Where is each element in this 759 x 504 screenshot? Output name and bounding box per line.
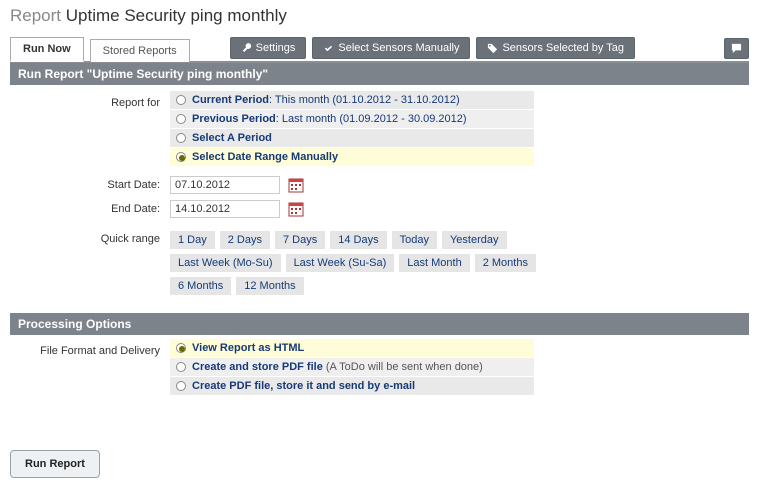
delivery-pdf-store-lead: Create and store PDF file bbox=[192, 361, 323, 373]
tag-icon bbox=[487, 43, 498, 54]
run-report-section-head: Run Report "Uptime Security ping monthly… bbox=[10, 63, 749, 85]
radio-icon bbox=[176, 114, 186, 124]
end-date-input[interactable] bbox=[170, 200, 280, 218]
tab-run-now-label: Run Now bbox=[23, 43, 71, 55]
quick-range-chip[interactable]: 2 Months bbox=[475, 254, 536, 272]
start-date-label: Start Date: bbox=[10, 173, 170, 197]
sensors-by-tag-button[interactable]: Sensors Selected by Tag bbox=[476, 37, 634, 59]
tab-bar: Run Now Stored Reports Settings Select S… bbox=[10, 36, 749, 63]
select-sensors-manually-button[interactable]: Select Sensors Manually bbox=[312, 37, 470, 59]
delivery-option-pdf-email[interactable]: Create PDF file, store it and send by e-… bbox=[170, 377, 534, 396]
quick-range-chip[interactable]: Last Week (Su-Sa) bbox=[286, 254, 395, 272]
radio-icon bbox=[176, 343, 186, 353]
run-report-button[interactable]: Run Report bbox=[10, 450, 100, 478]
title-prefix: Report bbox=[10, 6, 61, 25]
comment-button[interactable] bbox=[724, 38, 749, 59]
radio-icon bbox=[176, 133, 186, 143]
select-tag-label: Sensors Selected by Tag bbox=[502, 42, 623, 54]
delivery-option-html[interactable]: View Report as HTML bbox=[170, 339, 534, 358]
tab-stored-label: Stored Reports bbox=[103, 45, 177, 57]
run-report-label: Run Report bbox=[25, 458, 85, 470]
quick-range-chip[interactable]: 6 Months bbox=[170, 277, 231, 295]
report-for-label: Report for bbox=[10, 91, 170, 167]
title-main: Uptime Security ping monthly bbox=[66, 6, 287, 25]
check-icon bbox=[323, 43, 334, 54]
speech-bubble-icon bbox=[731, 43, 742, 54]
radio-icon bbox=[176, 95, 186, 105]
period-option-previous[interactable]: Previous Period: Last month (01.09.2012 … bbox=[170, 110, 534, 129]
select-manual-label: Select Sensors Manually bbox=[338, 42, 459, 54]
settings-label: Settings bbox=[256, 42, 296, 54]
period-option-current[interactable]: Current Period: This month (01.10.2012 -… bbox=[170, 91, 534, 110]
wrench-icon bbox=[241, 43, 252, 54]
quick-range-chip[interactable]: Last Week (Mo-Su) bbox=[170, 254, 281, 272]
quick-range-chip[interactable]: 12 Months bbox=[236, 277, 303, 295]
period-select-lead: Select A Period bbox=[192, 132, 272, 144]
period-manual-lead: Select Date Range Manually bbox=[192, 151, 338, 163]
processing-options-head: Processing Options bbox=[10, 313, 749, 335]
quick-range-chip[interactable]: 14 Days bbox=[330, 231, 386, 249]
period-previous-lead: Previous Period bbox=[192, 113, 276, 125]
quick-range-chip[interactable]: Yesterday bbox=[442, 231, 507, 249]
delivery-pdf-store-suffix: (A ToDo will be sent when done) bbox=[323, 361, 483, 373]
radio-icon bbox=[176, 362, 186, 372]
end-date-label: End Date: bbox=[10, 197, 170, 221]
calendar-icon[interactable] bbox=[288, 177, 304, 193]
radio-icon bbox=[176, 152, 186, 162]
quick-range-chip[interactable]: Today bbox=[392, 231, 437, 249]
page-title: Report Uptime Security ping monthly bbox=[10, 6, 749, 26]
settings-button[interactable]: Settings bbox=[230, 37, 307, 59]
period-current-lead: Current Period bbox=[192, 94, 269, 106]
start-date-input[interactable] bbox=[170, 176, 280, 194]
tab-run-now[interactable]: Run Now bbox=[10, 37, 84, 62]
delivery-pdf-email-lead: Create PDF file, store it and send by e-… bbox=[192, 380, 415, 392]
quick-range-chip[interactable]: 1 Day bbox=[170, 231, 215, 249]
tab-stored-reports[interactable]: Stored Reports bbox=[90, 39, 190, 62]
delivery-html-lead: View Report as HTML bbox=[192, 342, 304, 354]
quick-range-chips: 1 Day 2 Days 7 Days 14 Days Today Yesterday La… bbox=[170, 227, 570, 299]
quick-range-chip[interactable]: 2 Days bbox=[220, 231, 270, 249]
period-option-manual[interactable]: Select Date Range Manually bbox=[170, 148, 534, 167]
radio-icon bbox=[176, 381, 186, 391]
quick-range-chip[interactable]: Last Month bbox=[399, 254, 469, 272]
delivery-option-pdf-store[interactable]: Create and store PDF file (A ToDo will b… bbox=[170, 358, 534, 377]
quick-range-label: Quick range bbox=[10, 227, 170, 299]
period-previous-tail: : Last month (01.09.2012 - 30.09.2012) bbox=[276, 113, 467, 125]
period-current-tail: : This month (01.10.2012 - 31.10.2012) bbox=[269, 94, 460, 106]
file-format-label: File Format and Delivery bbox=[10, 339, 170, 396]
calendar-icon[interactable] bbox=[288, 201, 304, 217]
period-option-select[interactable]: Select A Period bbox=[170, 129, 534, 148]
quick-range-chip[interactable]: 7 Days bbox=[275, 231, 325, 249]
